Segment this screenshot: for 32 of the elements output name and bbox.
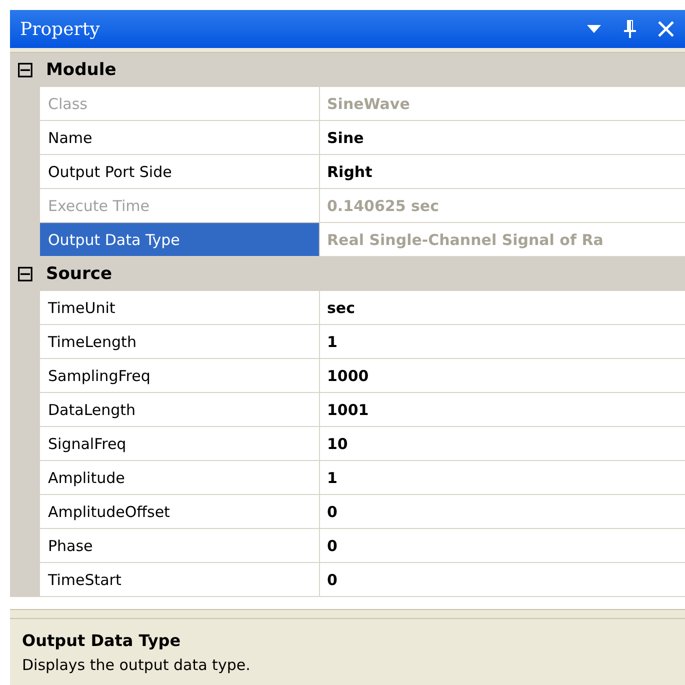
property-name[interactable]: TimeLength [40, 325, 320, 359]
description-title: Output Data Type [22, 631, 181, 650]
dropdown-icon [587, 25, 601, 33]
collapse-toggle[interactable]: ⊟ [10, 53, 40, 87]
property-name[interactable]: TimeUnit [40, 291, 320, 325]
collapse-toggle[interactable]: ⊟ [10, 257, 40, 291]
property-value[interactable]: 1001 [320, 393, 685, 427]
property-value[interactable]: 1 [320, 325, 685, 359]
property-name[interactable]: AmplitudeOffset [40, 495, 320, 529]
property-name[interactable]: Name [40, 121, 320, 155]
property-value[interactable]: 1 [320, 461, 685, 495]
close-icon [658, 21, 674, 37]
property-name[interactable]: SamplingFreq [40, 359, 320, 393]
property-name[interactable]: Phase [40, 529, 320, 563]
property-name[interactable]: DataLength [40, 393, 320, 427]
property-value[interactable]: 0 [320, 563, 685, 597]
property-value[interactable]: 1000 [320, 359, 685, 393]
category-name: Source [46, 264, 112, 284]
property-value[interactable]: 0 [320, 529, 685, 563]
property-value[interactable]: sec [320, 291, 685, 325]
property-value[interactable]: 0 [320, 495, 685, 529]
property-name[interactable]: Output Port Side [40, 155, 320, 189]
window-title: Property [20, 18, 101, 40]
category-name: Module [46, 60, 116, 80]
property-name[interactable]: TimeStart [40, 563, 320, 597]
description-text: Displays the output data type. [22, 656, 250, 674]
property-name[interactable]: Amplitude [40, 461, 320, 495]
property-value[interactable]: Sine [320, 121, 685, 155]
property-name[interactable]: SignalFreq [40, 427, 320, 461]
pin-icon [624, 20, 636, 38]
property-value[interactable]: Right [320, 155, 685, 189]
property-value[interactable]: 10 [320, 427, 685, 461]
